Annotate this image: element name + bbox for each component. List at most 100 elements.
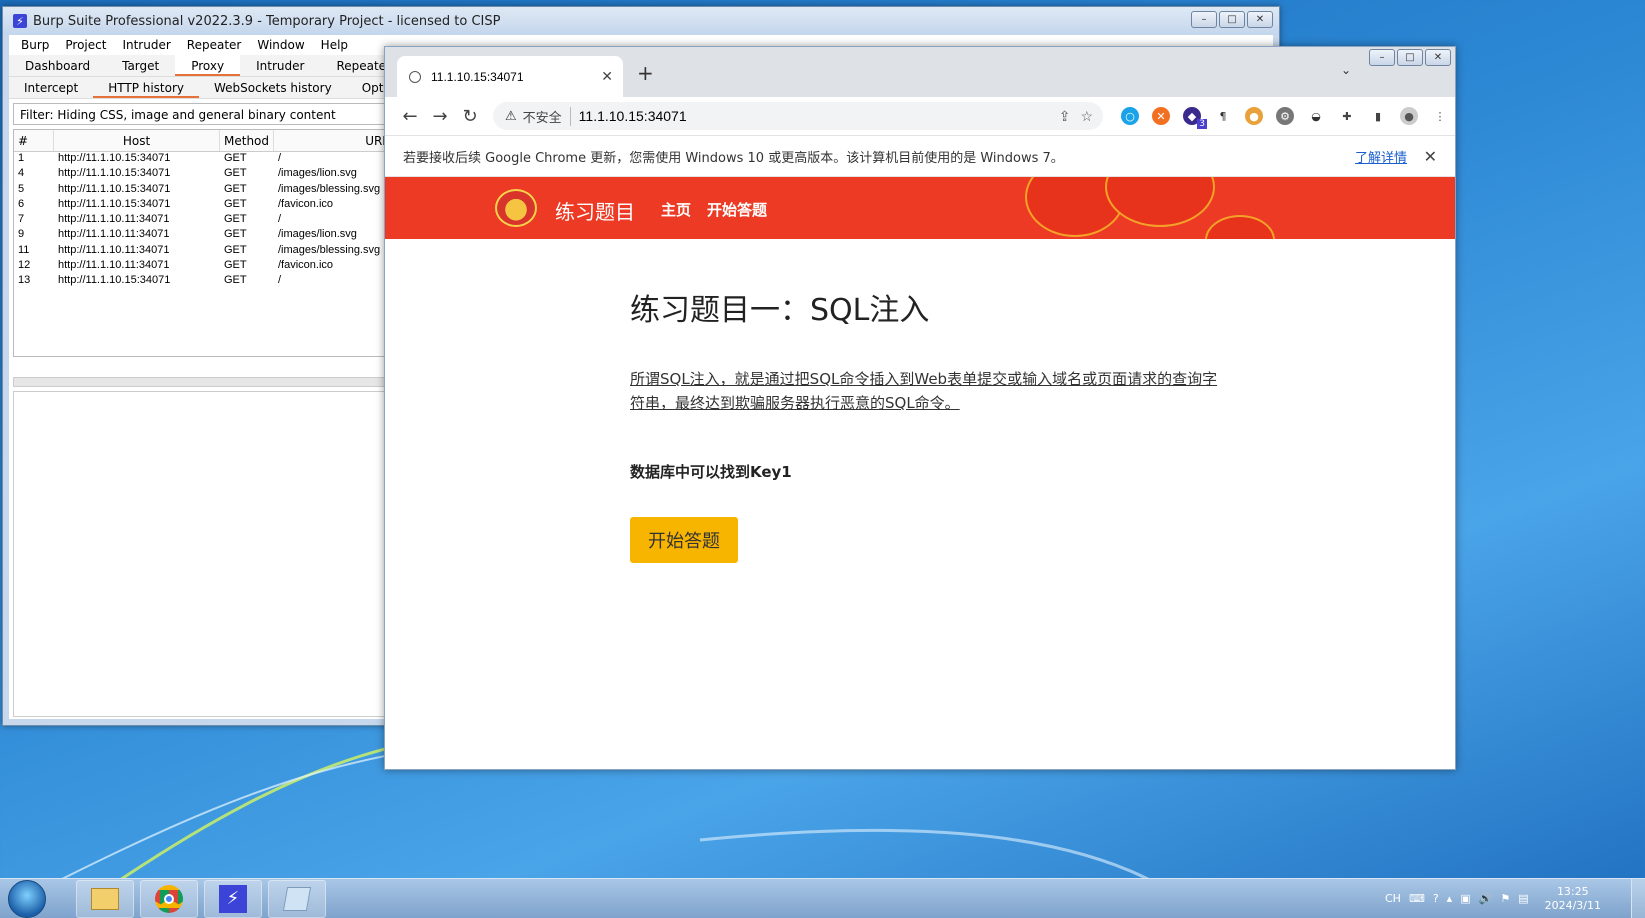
row-number: 6 — [18, 197, 25, 210]
menu-project[interactable]: Project — [57, 38, 114, 52]
chrome-maximize-button[interactable]: □ — [1397, 49, 1423, 66]
taskbar-chrome-icon[interactable] — [140, 879, 198, 918]
subtab-websockets-history[interactable]: WebSockets history — [199, 77, 347, 98]
row-host: http://11.1.10.11:34071 — [58, 259, 170, 272]
infobar-text: 若要接收后续 Google Chrome 更新，您需使用 Windows 10 … — [403, 150, 1064, 166]
help-icon[interactable]: ? — [1433, 892, 1439, 905]
row-number: 12 — [18, 259, 31, 272]
infobar-close-icon[interactable]: ✕ — [1424, 147, 1437, 166]
extension-circle-icon[interactable]: ○ — [1121, 107, 1139, 125]
row-method: GET — [224, 152, 247, 164]
side-panel-icon[interactable]: ▮ — [1369, 107, 1387, 125]
row-host: http://11.1.10.11:34071 — [58, 228, 170, 241]
extension-paragraph-icon[interactable]: ¶ — [1214, 107, 1232, 125]
clock-date: 2024/3/11 — [1544, 898, 1601, 912]
row-host: http://11.1.10.15:34071 — [58, 152, 171, 164]
lantern-decoration-icon-3 — [1205, 215, 1275, 239]
url-text[interactable]: 11.1.10.15:34071 — [579, 108, 687, 124]
chrome-tab-active[interactable]: 11.1.10.15:34071 ✕ — [397, 56, 623, 97]
menu-kebab-icon[interactable]: ⋮ — [1431, 107, 1449, 125]
reload-icon[interactable]: ↻ — [455, 106, 485, 127]
menu-intruder[interactable]: Intruder — [114, 38, 178, 52]
network-icon[interactable]: ▣ — [1460, 892, 1470, 905]
site-name[interactable]: 练习题目 — [555, 196, 635, 225]
burp-maximize-button[interactable]: □ — [1219, 11, 1245, 28]
volume-icon[interactable]: 🔊 — [1479, 892, 1493, 905]
taskbar-explorer-icon[interactable] — [76, 879, 134, 918]
extension-orange-icon[interactable]: ✕ — [1152, 107, 1170, 125]
extensions-puzzle-icon[interactable]: ✚ — [1338, 107, 1356, 125]
sql-injection-description[interactable]: 所谓SQL注入，就是通过把SQL命令插入到Web表单提交或输入域名或页面请求的查… — [630, 367, 1220, 415]
extension-hat-icon[interactable]: ◆ 3 — [1183, 107, 1207, 129]
row-url: /images/lion.svg — [278, 167, 357, 180]
row-url: / — [278, 152, 282, 164]
row-method: GET — [224, 197, 247, 210]
tab-target[interactable]: Target — [106, 55, 175, 76]
warning-icon[interactable]: ⚠ — [505, 108, 517, 124]
row-method: GET — [224, 274, 247, 287]
row-method: GET — [224, 213, 247, 226]
request-detail-pane — [13, 391, 393, 717]
tab-proxy[interactable]: Proxy — [175, 55, 241, 76]
chrome-close-button[interactable]: ✕ — [1425, 49, 1451, 66]
row-number: 1 — [18, 152, 25, 164]
tab-dashboard[interactable]: Dashboard — [9, 55, 106, 76]
start-answer-button[interactable]: 开始答题 — [630, 517, 738, 563]
language-indicator[interactable]: CH — [1385, 892, 1401, 905]
tab-intruder[interactable]: Intruder — [240, 55, 320, 76]
nav-start-link[interactable]: 开始答题 — [707, 199, 767, 220]
menu-burp[interactable]: Burp — [13, 38, 57, 52]
back-arrow-icon[interactable]: ← — [395, 106, 425, 127]
keyboard-icon[interactable]: ⌨ — [1409, 892, 1425, 905]
menu-window[interactable]: Window — [249, 38, 312, 52]
tab-close-icon[interactable]: ✕ — [601, 68, 613, 85]
taskbar-notepad-icon[interactable] — [268, 879, 326, 918]
col-url[interactable]: URL — [274, 130, 394, 151]
menu-repeater[interactable]: Repeater — [179, 38, 250, 52]
chrome-minimize-button[interactable]: – — [1369, 49, 1395, 66]
not-secure-label[interactable]: 不安全 — [523, 106, 571, 126]
chrome-toolbar: ← → ↻ ⚠ 不安全 11.1.10.15:34071 ⇪ ☆ ○ ✕ ◆ 3 … — [385, 97, 1455, 135]
site-header: 练习题目 主页 开始答题 — [385, 177, 1455, 239]
bookmark-star-icon[interactable]: ☆ — [1080, 108, 1093, 125]
menu-help[interactable]: Help — [313, 38, 356, 52]
action-center-flag-icon[interactable]: ⚑ — [1500, 892, 1510, 905]
system-clock[interactable]: 13:25 2024/3/11 — [1545, 885, 1601, 913]
row-number: 11 — [18, 243, 30, 256]
row-number: 13 — [18, 274, 31, 287]
address-bar[interactable]: ⚠ 不安全 11.1.10.15:34071 ⇪ ☆ — [493, 102, 1103, 130]
learn-more-link[interactable]: 了解详情 — [1355, 147, 1407, 166]
share-icon[interactable]: ⇪ — [1059, 108, 1071, 125]
show-desktop-button[interactable] — [1631, 878, 1645, 918]
row-url: /images/blessing.svg — [278, 243, 381, 256]
web-page: 练习题目 主页 开始答题 练习题目一：SQL注入 所谓SQL注入，就是通过把SQ… — [385, 177, 1455, 769]
subtab-http-history[interactable]: HTTP history — [93, 77, 200, 98]
display-icon[interactable]: ▤ — [1518, 892, 1528, 905]
burp-logo-icon: ⚡ — [13, 14, 27, 28]
table-horizontal-scrollbar[interactable] — [13, 377, 393, 387]
start-orb-icon[interactable] — [8, 879, 46, 918]
row-number: 4 — [18, 167, 25, 180]
col-method[interactable]: Method — [220, 130, 274, 151]
tray-expand-icon[interactable]: ▴ — [1447, 892, 1453, 905]
burp-close-button[interactable]: ✕ — [1247, 11, 1273, 28]
extension-gear-icon[interactable]: ⚙ — [1276, 107, 1294, 125]
forward-arrow-icon[interactable]: → — [425, 106, 455, 127]
burp-minimize-button[interactable]: – — [1191, 11, 1217, 28]
tab-search-chevron-icon[interactable]: ⌄ — [1341, 63, 1351, 77]
col-host[interactable]: Host — [54, 130, 220, 151]
subtab-intercept[interactable]: Intercept — [9, 77, 93, 98]
col-number[interactable]: # — [14, 130, 54, 151]
burp-titlebar[interactable]: ⚡ Burp Suite Professional v2022.3.9 - Te… — [3, 7, 1279, 35]
new-tab-button[interactable]: + — [637, 61, 654, 85]
row-url: /favicon.ico — [278, 197, 334, 210]
taskbar-burp-icon[interactable]: ⚡ — [204, 879, 262, 918]
tab-title: 11.1.10.15:34071 — [431, 69, 524, 84]
profile-avatar-icon[interactable]: ● — [1400, 107, 1418, 125]
row-url: / — [278, 213, 282, 226]
extension-hat2-icon[interactable]: ◒ — [1307, 107, 1325, 125]
row-method: GET — [224, 228, 247, 241]
nav-home-link[interactable]: 主页 — [661, 199, 691, 220]
extension-cookie-icon[interactable]: ● — [1245, 107, 1263, 125]
row-host: http://11.1.10.11:34071 — [58, 213, 170, 226]
